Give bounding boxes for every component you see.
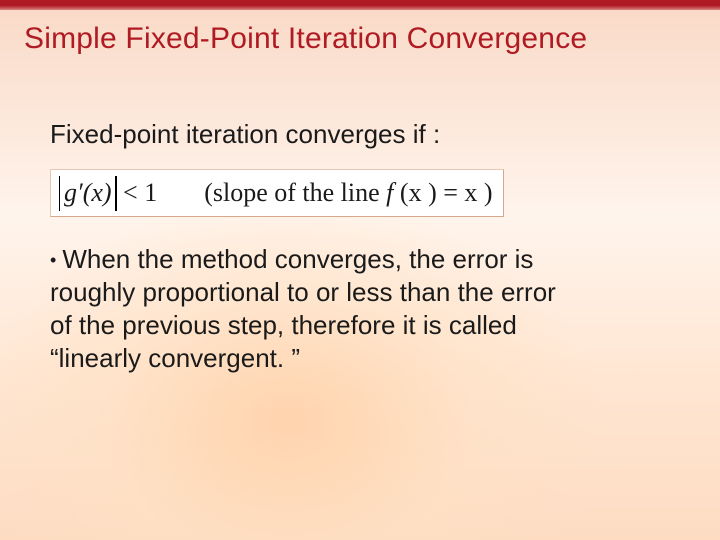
formula-operator: < 1 [123, 178, 157, 207]
slide-title: Simple Fixed-Point Iteration Convergence [24, 22, 696, 56]
bullet-dot-icon: • [50, 250, 56, 270]
formula-note-fn: f [386, 178, 400, 207]
slide: Simple Fixed-Point Iteration Convergence… [0, 0, 720, 540]
lead-text: Fixed-point iteration converges if : [50, 118, 660, 151]
formula-abs-inner: g′(x) [64, 178, 112, 207]
formula-note-args: (x ) = x [400, 178, 484, 207]
formula-note-open: (slope of the line [204, 178, 386, 207]
formula-abs: g′(x) [59, 178, 117, 207]
slide-body: Fixed-point iteration converges if : g′(… [50, 118, 660, 376]
bullet-block: •When the method converges, the error is… [50, 243, 570, 376]
formula-box: g′(x) < 1 (slope of the line f (x ) = x … [50, 169, 504, 216]
bullet-text: When the method converges, the error is … [50, 244, 556, 374]
accent-bar [0, 0, 720, 10]
formula-note-close: ) [484, 178, 493, 207]
